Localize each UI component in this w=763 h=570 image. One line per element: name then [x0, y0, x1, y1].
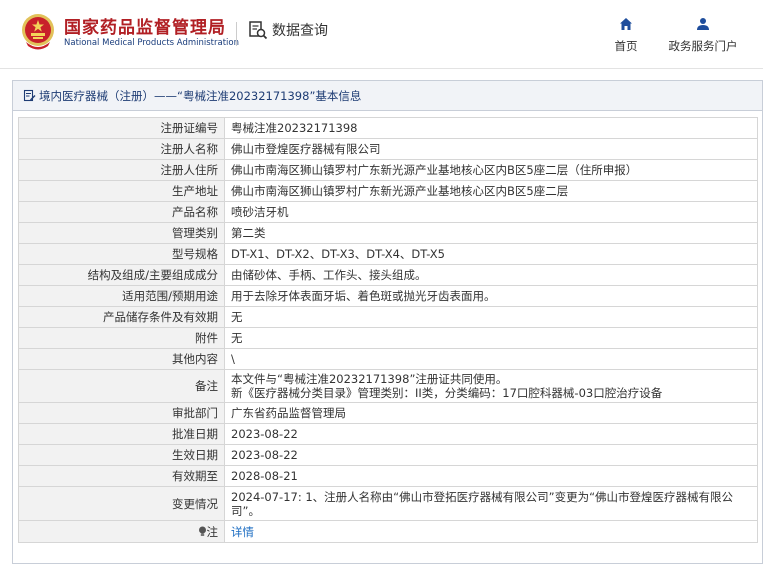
- row-value: 无: [224, 327, 758, 349]
- table-row: 附件无: [18, 327, 758, 349]
- note-key-label: 注: [206, 524, 219, 539]
- row-key: 有效期至: [18, 465, 225, 487]
- row-value: 2023-08-22: [224, 423, 758, 445]
- table-row: 产品储存条件及有效期无: [18, 306, 758, 328]
- row-value: 粤械注准20232171398: [224, 117, 758, 139]
- panel-title-text: 境内医疗器械（注册）——“粤械注准20232171398”基本信息: [39, 88, 362, 103]
- row-value: 无: [224, 306, 758, 328]
- row-value: 用于去除牙体表面牙垢、着色斑或抛光牙齿表面用。: [224, 285, 758, 307]
- row-key: 附件: [18, 327, 225, 349]
- home-icon: [620, 18, 632, 30]
- row-key: 注: [18, 520, 225, 543]
- table-row: 注册人名称 佛山市登煌医疗器械有限公司: [18, 138, 758, 160]
- row-value: 佛山市登煌医疗器械有限公司: [224, 138, 758, 160]
- nav-home-label: 首页: [614, 39, 638, 53]
- row-value: \: [224, 348, 758, 370]
- nav-gov-portal[interactable]: 政务服务门户: [660, 16, 746, 54]
- row-value: 喷砂洁牙机: [224, 201, 758, 223]
- org-name-en: National Medical Products Administration: [64, 38, 239, 48]
- row-key: 生效日期: [18, 444, 225, 466]
- table-row: 结构及组成/主要组成成分 由储砂体、手柄、工作头、接头组成。: [18, 264, 758, 286]
- info-table: 注册证编号 粤械注准20232171398 注册人名称 佛山市登煌医疗器械有限公司 …: [18, 117, 758, 543]
- table-row: 适用范围/预期用途 用于去除牙体表面牙垢、着色斑或抛光牙齿表面用。: [18, 285, 758, 307]
- org-name-cn: 国家药品监督管理局: [64, 18, 226, 38]
- national-emblem-icon: [22, 14, 54, 50]
- remark-line-1: 本文件与“粤械注准20232171398”注册证共同使用。: [231, 372, 508, 386]
- table-row: 生效日期 2023-08-22: [18, 444, 758, 466]
- data-query-label: 数据查询: [272, 23, 328, 39]
- row-value: 2024-07-17: 1、注册人名称由“佛山市登拓医疗器械有限公司”变更为“佛…: [224, 486, 758, 521]
- data-query-link[interactable]: 数据查询: [248, 20, 328, 40]
- row-value: 佛山市南海区狮山镇罗村广东新光源产业基地核心区内B区5座二层（住所申报）: [224, 159, 758, 181]
- row-value: 详情: [224, 520, 758, 543]
- row-key: 产品名称: [18, 201, 225, 223]
- row-key: 适用范围/预期用途: [18, 285, 225, 307]
- table-row: 有效期至 2028-08-21: [18, 465, 758, 487]
- search-document-icon: [249, 21, 268, 40]
- details-link[interactable]: 详情: [231, 525, 254, 539]
- table-row: 注册证编号 粤械注准20232171398: [18, 117, 758, 139]
- nav-gov-portal-label: 政务服务门户: [668, 39, 738, 53]
- document-edit-icon: [23, 89, 36, 102]
- row-value: 广东省药品监督管理局: [224, 402, 758, 424]
- table-row: 审批部门 广东省药品监督管理局: [18, 402, 758, 424]
- row-value: 2028-08-21: [224, 465, 758, 487]
- nav-home[interactable]: 首页: [608, 16, 644, 54]
- row-key: 变更情况: [18, 486, 225, 521]
- table-row: 型号规格 DT-X1、DT-X2、DT-X3、DT-X4、DT-X5: [18, 243, 758, 265]
- detail-panel: 境内医疗器械（注册）——“粤械注准20232171398”基本信息 注册证编号粤…: [12, 80, 763, 564]
- row-key: 备注: [18, 369, 225, 403]
- table-row: 其他内容 \: [18, 348, 758, 370]
- header-rule: [0, 68, 763, 69]
- lightbulb-icon: [198, 526, 206, 536]
- row-key: 注册人住所: [18, 159, 225, 181]
- panel-title: 境内医疗器械（注册）——“粤械注准20232171398”基本信息: [13, 81, 762, 111]
- info-table-wrap: 注册证编号 粤械注准20232171398 注册人名称 佛山市登煌医疗器械有限公司 …: [18, 117, 758, 543]
- row-key: 批准日期: [18, 423, 225, 445]
- row-value: 本文件与“粤械注准20232171398”注册证共同使用。 新《医疗器械分类目录》…: [224, 369, 758, 403]
- row-value: 2023-08-22: [224, 444, 758, 466]
- row-key: 其他内容: [18, 348, 225, 370]
- site-header: 国家药品监督管理局 National Medical Products Admi…: [0, 0, 763, 68]
- user-icon: [697, 18, 709, 30]
- row-key: 注册人名称: [18, 138, 225, 160]
- table-row: 产品名称 喷砂洁牙机: [18, 201, 758, 223]
- row-value: DT-X1、DT-X2、DT-X3、DT-X4、DT-X5: [224, 243, 758, 265]
- table-row: 注 详情: [18, 520, 758, 543]
- remark-line-2: 新《医疗器械分类目录》管理类别：II类，分类编码：17口腔科器械-03口腔治疗设…: [231, 386, 663, 400]
- row-key: 结构及组成/主要组成成分: [18, 264, 225, 286]
- table-row: 批准日期 2023-08-22: [18, 423, 758, 445]
- table-row: 生产地址 佛山市南海区狮山镇罗村广东新光源产业基地核心区内B区5座二层: [18, 180, 758, 202]
- row-key: 管理类别: [18, 222, 225, 244]
- table-row: 管理类别 第二类: [18, 222, 758, 244]
- row-value: 佛山市南海区狮山镇罗村广东新光源产业基地核心区内B区5座二层: [224, 180, 758, 202]
- row-key: 注册证编号: [18, 117, 225, 139]
- row-value: 由储砂体、手柄、工作头、接头组成。: [224, 264, 758, 286]
- row-key: 产品储存条件及有效期: [18, 306, 225, 328]
- row-key: 审批部门: [18, 402, 225, 424]
- header-divider: [236, 22, 237, 46]
- table-row: 注册人住所 佛山市南海区狮山镇罗村广东新光源产业基地核心区内B区5座二层（住所申报…: [18, 159, 758, 181]
- table-row: 变更情况 2024-07-17: 1、注册人名称由“佛山市登拓医疗器械有限公司”变…: [18, 486, 758, 521]
- table-row: 备注 本文件与“粤械注准20232171398”注册证共同使用。 新《医疗器械分类目…: [18, 369, 758, 403]
- row-key: 生产地址: [18, 180, 225, 202]
- row-key: 型号规格: [18, 243, 225, 265]
- row-value: 第二类: [224, 222, 758, 244]
